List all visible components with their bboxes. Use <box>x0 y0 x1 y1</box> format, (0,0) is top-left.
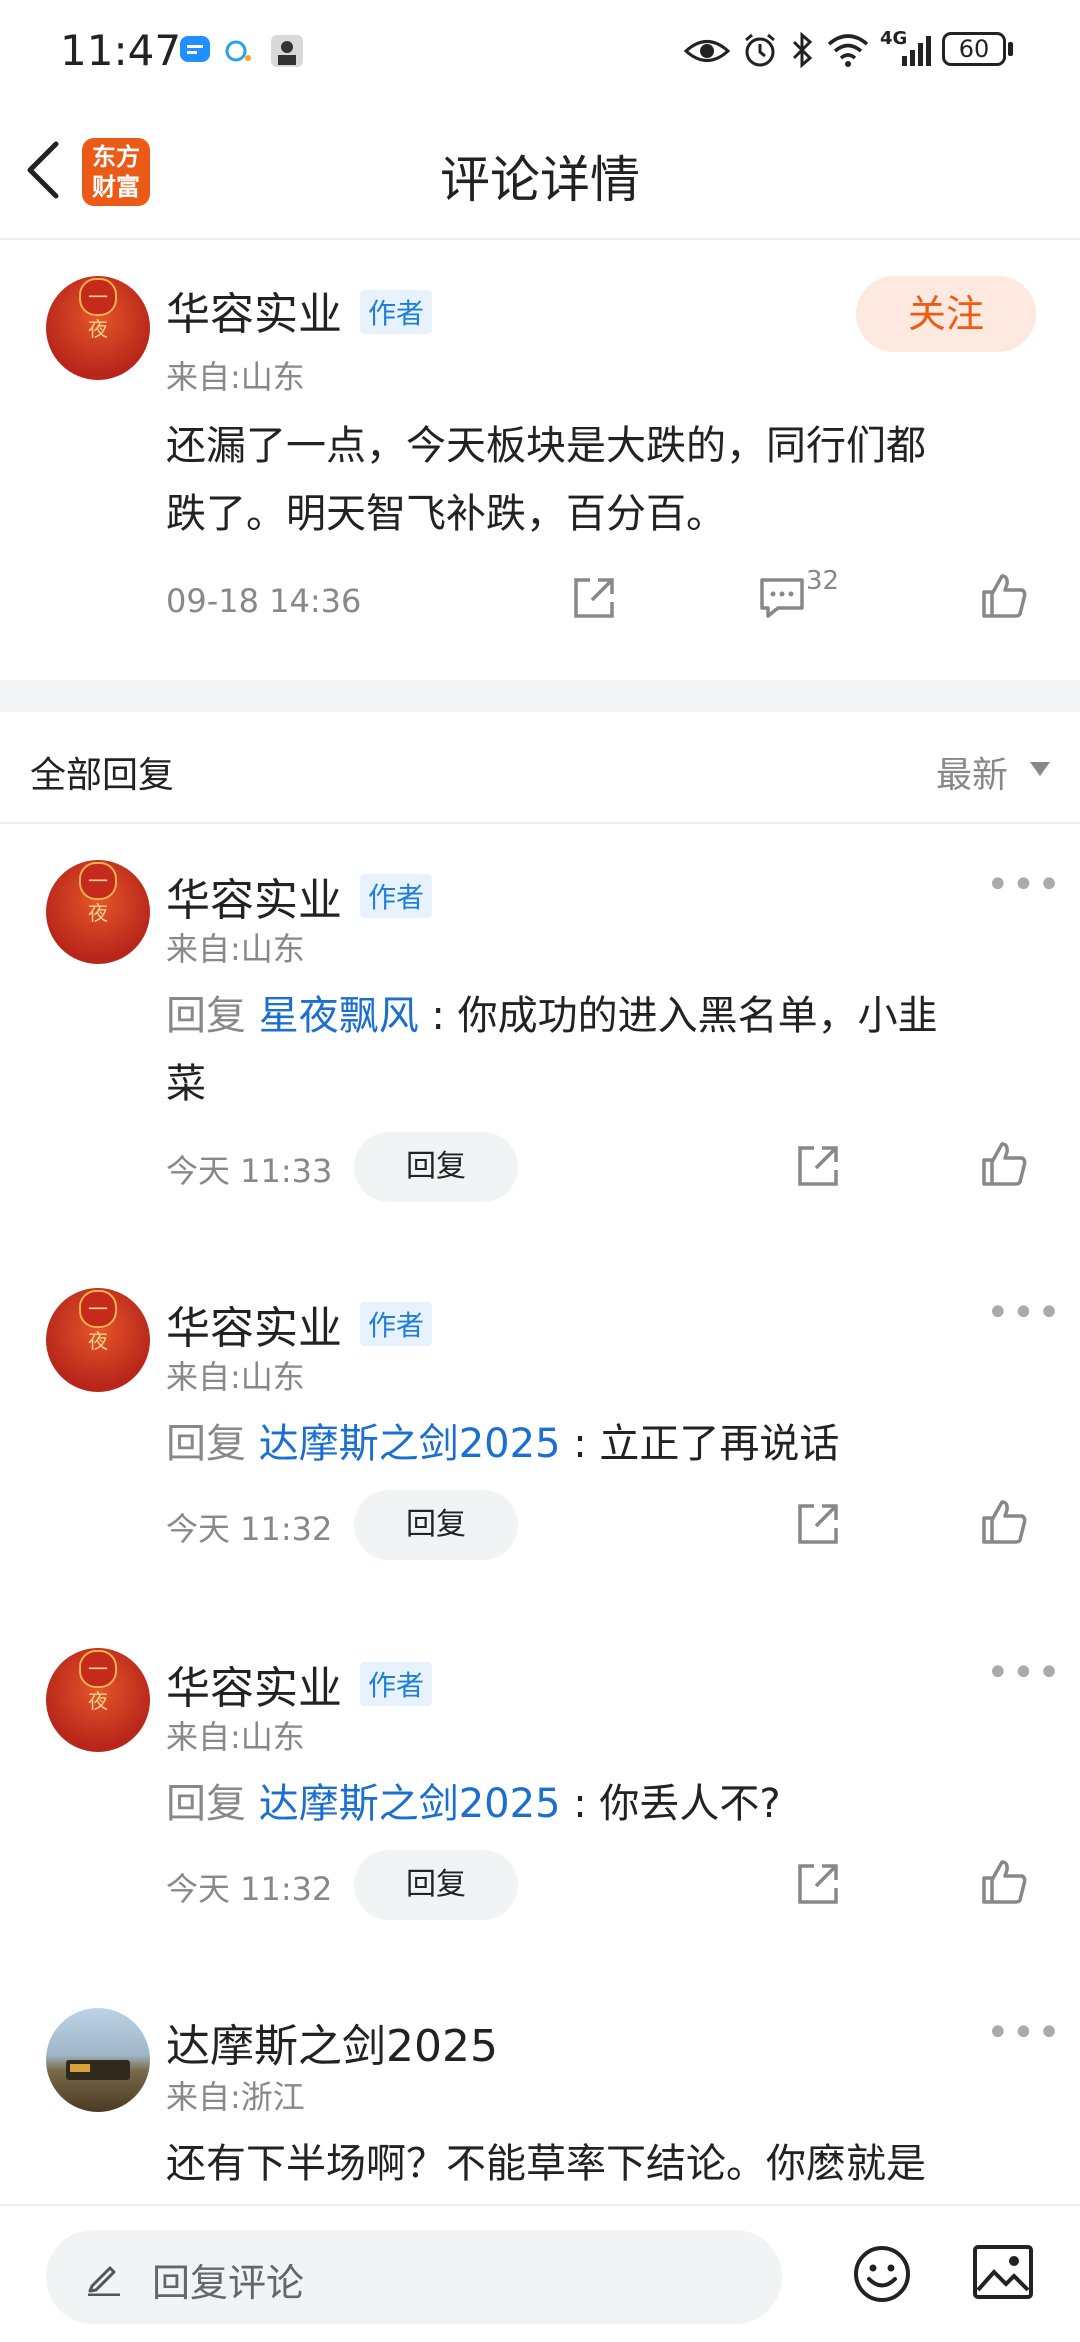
reply-item: 一 夜 华容实业 作者 来自:山东 ••• 回复 星夜飘风 : 你成功的进入黑名… <box>0 824 1080 1214</box>
reply-text: 还有下半场啊？不能草率下结论。你麽就是 <box>166 2141 926 2187</box>
signal-icon <box>902 36 931 66</box>
follow-button[interactable]: 关注 <box>856 276 1036 352</box>
author-location: 来自:山东 <box>166 1358 305 1396</box>
more-icon[interactable]: ••• <box>986 2010 1063 2056</box>
emoji-icon[interactable] <box>852 2244 912 2304</box>
eye-icon <box>684 40 730 62</box>
share-icon[interactable] <box>794 1500 842 1548</box>
replies-header: 全部回复 最新 <box>0 712 1080 824</box>
reply-to-user[interactable]: 达摩斯之剑2025 <box>259 1421 561 1467</box>
reply-text: 回复 达摩斯之剑2025 : 立正了再说话 <box>166 1421 840 1467</box>
reply-input-placeholder: 回复评论 <box>152 2261 305 2305</box>
share-icon[interactable] <box>794 1860 842 1908</box>
more-icon[interactable]: ••• <box>986 1290 1063 1336</box>
like-icon[interactable] <box>980 572 1028 620</box>
more-icon[interactable]: ••• <box>986 862 1063 908</box>
reply-time: 今天 11:33 <box>166 1152 333 1190</box>
author-location: 来自:山东 <box>166 1718 305 1756</box>
section-divider <box>0 680 1080 712</box>
author-location: 来自:山东 <box>166 930 305 968</box>
reply-button[interactable]: 回复 <box>354 1132 518 1202</box>
cloud-notification-icon <box>225 40 251 62</box>
author-badge: 作者 <box>360 874 433 918</box>
share-icon[interactable] <box>570 574 618 622</box>
author-location: 来自:山东 <box>166 358 305 396</box>
author-badge: 作者 <box>360 1662 433 1706</box>
author-name[interactable]: 华容实业 <box>166 1652 342 1716</box>
reply-item: 一 夜 华容实业 作者 来自:山东 ••• 回复 达摩斯之剑2025 : 立正了… <box>0 1252 1080 1572</box>
author-badge: 作者 <box>360 290 433 334</box>
image-icon[interactable] <box>972 2244 1034 2300</box>
alarm-icon <box>745 33 775 67</box>
comment-icon[interactable] <box>758 574 806 622</box>
like-icon[interactable] <box>980 1140 1028 1188</box>
share-icon[interactable] <box>794 1142 842 1190</box>
battery-icon: 60 <box>942 32 1006 66</box>
battery-tip <box>1008 42 1013 56</box>
app-notification-icon <box>271 35 303 67</box>
chevron-down-icon[interactable] <box>1028 760 1052 778</box>
nav-bar: 东方 财富 评论详情 <box>0 100 1080 240</box>
reply-time: 今天 11:32 <box>166 1870 333 1908</box>
reply-button[interactable]: 回复 <box>354 1850 518 1920</box>
comment-count: 32 <box>806 566 840 596</box>
author-location: 来自:浙江 <box>166 2078 305 2116</box>
avatar[interactable]: 一 夜 <box>46 276 150 380</box>
sort-select[interactable]: 最新 <box>936 746 1008 798</box>
page-title: 评论详情 <box>440 151 640 209</box>
reply-input[interactable]: 回复评论 <box>46 2230 782 2324</box>
reply-to-user[interactable]: 星夜飘风 <box>259 993 419 1039</box>
bottom-bar: 回复评论 <box>0 2204 1080 2342</box>
author-name[interactable]: 达摩斯之剑2025 <box>166 2010 498 2074</box>
more-icon[interactable]: ••• <box>986 1650 1063 1696</box>
comment-text: 还漏了一点，今天板块是大跌的，同行们都 跌了。明天智飞补跌，百分百。 <box>166 423 926 537</box>
bluetooth-icon <box>792 32 813 68</box>
like-icon[interactable] <box>980 1858 1028 1906</box>
author-name[interactable]: 华容实业 <box>166 278 342 342</box>
replies-title: 全部回复 <box>30 755 175 796</box>
avatar[interactable]: 一 夜 <box>46 1648 150 1752</box>
reply-to-user[interactable]: 达摩斯之剑2025 <box>259 1781 561 1827</box>
reply-text: 回复 星夜飘风 : 你成功的进入黑名单，小韭 菜 <box>166 993 938 1107</box>
message-notification-icon <box>180 36 210 62</box>
avatar[interactable] <box>46 2008 150 2112</box>
reply-text: 回复 达摩斯之剑2025 : 你丢人不? <box>166 1781 781 1827</box>
reply-item: 达摩斯之剑2025 来自:浙江 ••• 还有下半场啊？不能草率下结论。你麽就是 <box>0 1972 1080 2204</box>
author-name[interactable]: 华容实业 <box>166 1292 342 1356</box>
pencil-icon <box>88 2266 120 2296</box>
comment-datetime: 09-18 14:36 <box>166 582 362 620</box>
status-bar: 11:47 4G 60 <box>0 0 1080 100</box>
reply-time: 今天 11:32 <box>166 1510 333 1548</box>
reply-button[interactable]: 回复 <box>354 1490 518 1560</box>
like-icon[interactable] <box>980 1498 1028 1546</box>
author-badge: 作者 <box>360 1302 433 1346</box>
avatar[interactable]: 一 夜 <box>46 1288 150 1392</box>
wifi-icon <box>827 34 869 67</box>
author-name[interactable]: 华容实业 <box>166 864 342 928</box>
status-time: 11:47 <box>60 26 182 75</box>
avatar[interactable]: 一 夜 <box>46 860 150 964</box>
main-comment: 一 夜 华容实业 作者 来自:山东 关注 还漏了一点，今天板块是大跌的，同行们都… <box>0 240 1080 680</box>
reply-item: 一 夜 华容实业 作者 来自:山东 ••• 回复 达摩斯之剑2025 : 你丢人… <box>0 1612 1080 1932</box>
